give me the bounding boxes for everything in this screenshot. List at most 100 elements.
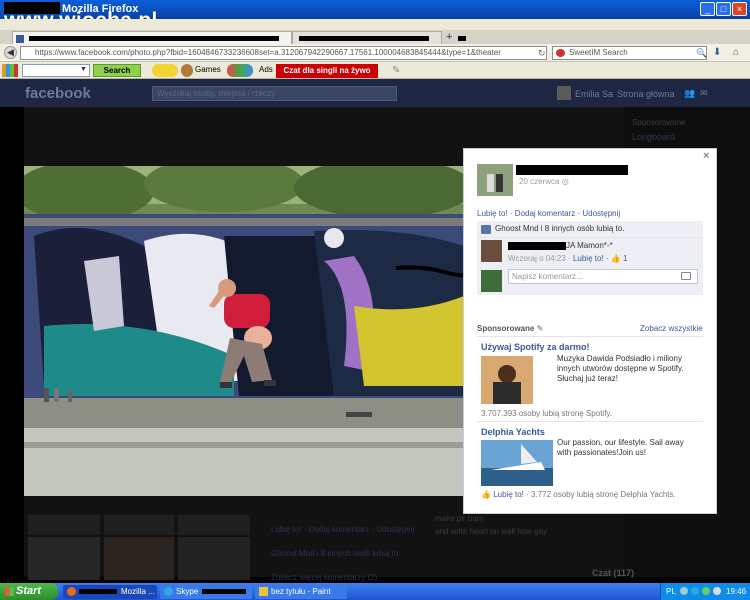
facebook-search-placeholder: Wyszukaj osoby, miejsca i rzeczy — [157, 89, 276, 98]
task-skype[interactable]: Skype — [160, 585, 252, 599]
games-icon — [181, 64, 193, 77]
avatar[interactable] — [477, 164, 513, 196]
volume-icon[interactable] — [713, 587, 721, 595]
ad-meta: 3.707.393 osoby lubią stronę Spotify. — [481, 409, 613, 418]
download-icon[interactable]: ⬇ — [713, 47, 721, 58]
close-window-button[interactable]: × — [732, 2, 747, 16]
ad-like-link[interactable]: Lubię to! — [493, 490, 524, 499]
clock: 19:46 — [726, 587, 747, 596]
comment-time: Wczoraj o 04:23 · — [508, 254, 571, 263]
bg-thumbnail — [178, 515, 250, 535]
tab-facebook[interactable] — [12, 31, 292, 44]
comment-like-count[interactable]: 1 — [623, 254, 627, 263]
post-date-text: 20 czerwca — [519, 177, 560, 186]
ad-body: Muzyka Dawida Podsiadło i miliony innych… — [557, 354, 684, 383]
url-text: https://www.facebook.com/photo.php?fbid=… — [35, 48, 501, 57]
chat-bar[interactable]: Czat (117) — [592, 568, 634, 578]
ad-image[interactable] — [481, 356, 533, 404]
task-paint[interactable]: bez tytułu - Paint — [255, 585, 347, 599]
smiley-icon[interactable] — [152, 64, 178, 77]
tray-icon[interactable] — [680, 587, 688, 595]
divider — [477, 421, 703, 422]
messages-icon[interactable]: ✉ — [700, 88, 708, 99]
apps-icon[interactable] — [2, 64, 18, 77]
search-box[interactable]: SweetIM Search — [552, 46, 707, 60]
ad-image[interactable] — [481, 440, 553, 486]
maximize-button[interactable]: □ — [716, 2, 731, 16]
friends-icon[interactable]: 👥 — [684, 88, 695, 99]
windows-logo-icon — [5, 587, 14, 596]
ad-meta: 👍 Lubię to! · 3.772 osoby lubią stronę D… — [481, 490, 676, 499]
redacted-tab-title — [29, 36, 279, 41]
sponsored-text: Sponsorowane — [477, 324, 535, 333]
back-button[interactable]: ◀ — [4, 46, 17, 59]
globe-icon: ◎ — [561, 177, 569, 186]
tray-icon[interactable] — [702, 587, 710, 595]
chevron-down-icon[interactable]: ▼ — [80, 66, 87, 73]
avatar[interactable] — [557, 86, 571, 100]
promo-button[interactable]: Czat dla singli na żywo — [276, 64, 378, 78]
close-icon[interactable]: × — [703, 150, 709, 162]
bg-sponsored-label: Sponsorowane — [632, 118, 686, 127]
bg-ad-title: Longboard — [632, 132, 676, 142]
bg-thumbnail — [104, 515, 174, 535]
bg-message: make pir bum and write heart on wall how… — [435, 512, 547, 538]
comment-like-link[interactable]: Lubię to! · — [573, 254, 609, 263]
bg-thumbnail — [104, 537, 174, 580]
toolbar-search-button[interactable]: Search — [93, 64, 141, 77]
highlighter-icon[interactable]: ✎ — [392, 65, 400, 76]
redacted-task-title — [79, 589, 117, 594]
bg-thumbnail — [178, 537, 250, 580]
ad-body: Our passion, our lifestyle. Sail away wi… — [557, 438, 684, 457]
camera-icon[interactable] — [681, 272, 691, 280]
comment-like-icon: 👍 — [610, 254, 621, 263]
bg-comment-lines: Lubię to! · Dodaj komentarz · Udostępnij… — [271, 518, 414, 590]
commenter-avatar[interactable] — [481, 240, 502, 262]
task-firefox[interactable]: Mozilla ... — [63, 585, 157, 599]
sweetim-icon — [556, 49, 565, 57]
ad-title[interactable]: Delphia Yachts — [481, 427, 545, 437]
nav-home[interactable]: Strona główna — [617, 89, 675, 99]
my-avatar — [481, 270, 502, 292]
post-actions[interactable]: Lubię to! · Dodaj komentarz · Udostępnij — [477, 209, 620, 218]
comment-input[interactable]: Napisz komentarz... — [508, 269, 698, 284]
nav-user[interactable]: Emilia Sa — [575, 89, 613, 99]
post-date: 20 czerwca ◎ — [519, 177, 569, 186]
task-label: Skype — [176, 587, 199, 596]
search-engine-label: SweetIM Search — [569, 48, 628, 57]
tray-icon[interactable] — [691, 587, 699, 595]
language-indicator[interactable]: PL — [666, 587, 676, 596]
thumbs-up-icon — [481, 225, 491, 234]
redacted-tab-title — [299, 36, 429, 41]
home-icon[interactable]: ⌂ — [733, 47, 739, 58]
new-tab-button[interactable]: + — [446, 31, 458, 43]
redacted-task-title — [202, 589, 246, 594]
search-go-icon[interactable]: 🔍 — [696, 48, 707, 59]
facebook-search-input[interactable]: Wyszukaj osoby, miejsca i rzeczy — [152, 86, 397, 101]
fun-icon[interactable] — [227, 64, 253, 77]
reload-icon[interactable]: ↻ — [538, 48, 546, 59]
bg-comment-line: Ghoost Mnd i 8 innych osób lubią to. — [271, 549, 401, 558]
tab-second[interactable] — [292, 31, 442, 44]
ads-button[interactable]: Ads — [259, 65, 273, 74]
likes-summary[interactable]: Ghoost Mnd i 8 innych osób lubią to. — [477, 221, 703, 237]
sponsored-label: Sponsorowane ✎ — [477, 324, 543, 333]
games-button[interactable]: Games — [195, 65, 221, 74]
divider — [477, 336, 703, 337]
see-all-ads-link[interactable]: Zobacz wszystkie — [640, 324, 703, 333]
ad-like-count: · 3.772 osoby lubią stronę Delphia Yacht… — [526, 490, 676, 499]
ad-title[interactable]: Używaj Spotify za darmo! — [481, 342, 590, 352]
minimize-button[interactable]: _ — [700, 2, 715, 16]
task-label: bez tytułu - Paint — [271, 587, 331, 596]
url-bar[interactable]: https://www.facebook.com/photo.php?fbid=… — [20, 46, 547, 60]
facebook-favicon-icon — [16, 35, 24, 43]
thumbs-up-icon: 👍 — [481, 490, 491, 499]
menu-bar[interactable] — [0, 19, 750, 30]
firefox-icon — [67, 587, 76, 596]
photo-graffiti-wall[interactable] — [24, 166, 464, 496]
comment-meta: Wczoraj o 04:23 · Lubię to! · 👍 1 — [508, 254, 627, 263]
bg-message-line: and write heart on wall how gay — [435, 527, 548, 536]
redacted-commenter-name — [508, 242, 566, 250]
bg-thumbnail — [28, 537, 100, 580]
facebook-logo[interactable]: facebook — [25, 85, 91, 102]
